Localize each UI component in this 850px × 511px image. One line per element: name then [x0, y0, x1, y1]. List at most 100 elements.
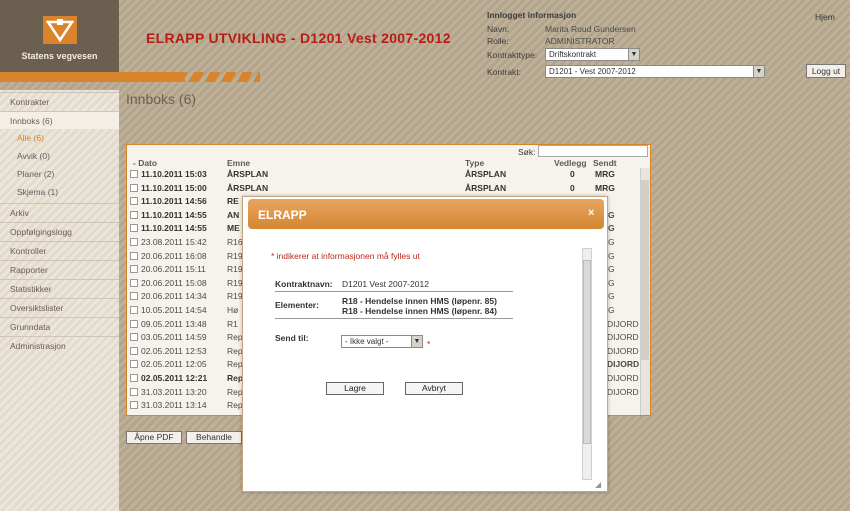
- element-item: R18 - Hendelse innen HMS (løpenr. 85): [342, 296, 497, 306]
- column-header-type[interactable]: Type: [465, 158, 484, 168]
- home-link[interactable]: Hjem: [815, 12, 835, 22]
- chevron-down-icon[interactable]: ▼: [628, 49, 639, 60]
- row-date: 02.05.2011 12:53: [141, 345, 207, 356]
- chevron-down-icon[interactable]: ▼: [753, 66, 764, 77]
- row-date: 31.03.2011 13:20: [141, 386, 207, 397]
- role-label: Rolle:: [487, 36, 509, 46]
- row-checkbox[interactable]: [130, 210, 138, 219]
- row-date: 20.06.2011 14:34: [141, 291, 207, 302]
- column-header-sent[interactable]: Sendt: [593, 158, 617, 168]
- contract-select[interactable]: D1201 - Vest 2007-2012 ▼: [545, 65, 765, 78]
- column-header-attachment[interactable]: Vedlegg: [554, 158, 587, 168]
- close-icon[interactable]: ×: [588, 207, 594, 219]
- row-subject: ÅRSPLAN: [227, 169, 269, 179]
- name-value: Marita Roud Gundersen: [545, 24, 636, 34]
- row-checkbox[interactable]: [130, 251, 138, 260]
- sidebar-subitem-skjema[interactable]: Skjema (1): [17, 187, 58, 197]
- sidebar-subitem-avvik[interactable]: Avvik (0): [17, 151, 50, 161]
- row-sent-partial: G: [608, 277, 615, 288]
- row-date: 20.06.2011 15:11: [141, 264, 206, 275]
- row-checkbox[interactable]: [130, 278, 138, 287]
- table-row[interactable]: 11.10.2011 15:03 ÅRSPLAN ÅRSPLAN 0 MRG: [128, 168, 638, 182]
- contract-name-label: Kontraktnavn:: [275, 279, 333, 289]
- required-note: * indikerer at informasjonen må fylles u…: [271, 251, 420, 261]
- row-attachment: 0: [570, 169, 575, 179]
- contract-value: D1201 - Vest 2007-2012: [549, 67, 636, 76]
- modal-body: [248, 232, 604, 486]
- row-date: 03.05.2011 14:59: [141, 332, 207, 343]
- row-date: 31.03.2011 13:14: [141, 400, 207, 411]
- table-row[interactable]: 11.10.2011 15:00 ÅRSPLAN ÅRSPLAN 0 MRG: [128, 182, 638, 196]
- logout-button[interactable]: Logg ut: [806, 64, 846, 78]
- row-checkbox[interactable]: [130, 306, 138, 314]
- row-date: 20.06.2011 16:08: [141, 250, 207, 261]
- sidebar-item-innboks[interactable]: Innboks (6): [0, 111, 119, 129]
- row-checkbox[interactable]: [130, 374, 138, 382]
- open-pdf-button[interactable]: Åpne PDF: [126, 431, 182, 444]
- row-checkbox[interactable]: [130, 360, 138, 369]
- app-title: ELRAPP UTVIKLING - D1201 Vest 2007-2012: [146, 30, 451, 46]
- row-checkbox[interactable]: [130, 197, 138, 206]
- row-checkbox[interactable]: [130, 333, 138, 342]
- logo-text: Statens vegvesen: [21, 51, 98, 61]
- row-checkbox[interactable]: [130, 238, 138, 246]
- row-date: 11.10.2011 15:03: [141, 169, 207, 179]
- row-checkbox[interactable]: [130, 224, 138, 233]
- sidebar-item-arkiv[interactable]: Arkiv: [0, 203, 119, 221]
- row-attachment: 0: [570, 182, 575, 193]
- page-title: Innboks (6): [126, 91, 197, 107]
- required-star: *: [427, 339, 431, 349]
- row-checkbox[interactable]: [130, 170, 138, 178]
- modal-title: ELRAPP: [258, 208, 307, 222]
- resize-grip-icon[interactable]: ◢: [595, 480, 601, 489]
- row-sent-partial: G: [608, 209, 615, 220]
- sidebar-item-administrasjon[interactable]: Administrasjon: [0, 336, 119, 354]
- divider: [275, 291, 513, 292]
- contract-type-select[interactable]: Driftskontrakt ▼: [545, 48, 640, 61]
- contract-name-value: D1201 Vest 2007-2012: [342, 279, 429, 289]
- divider: [275, 318, 513, 319]
- row-checkbox[interactable]: [130, 319, 138, 328]
- search-input[interactable]: [538, 145, 648, 157]
- column-header-subject[interactable]: Emne: [227, 158, 250, 168]
- save-button[interactable]: Lagre: [326, 382, 384, 395]
- send-to-select[interactable]: - Ikke valgt - ▼: [341, 335, 423, 348]
- decorative-stripe-solid: [0, 72, 185, 82]
- row-checkbox[interactable]: [130, 183, 138, 192]
- row-sent-partial: G: [608, 264, 615, 275]
- row-date: 11.10.2011 15:00: [141, 182, 207, 193]
- column-header-date[interactable]: - Dato: [133, 158, 157, 168]
- sidebar-item-oversiktslister[interactable]: Oversiktslister: [0, 298, 119, 316]
- sidebar-item-rapporter[interactable]: Rapporter: [0, 260, 119, 278]
- sidebar-subitem-alle[interactable]: Alle (6): [17, 133, 44, 143]
- name-label: Navn:: [487, 24, 510, 34]
- sidebar-item-kontroller[interactable]: Kontroller: [0, 241, 119, 259]
- row-sent-partial: DIJORD: [607, 345, 639, 356]
- row-sent-partial: DIJORD: [607, 332, 639, 343]
- row-date: 09.05.2011 13:48: [141, 318, 207, 329]
- list-scrollbar-thumb[interactable]: [641, 180, 649, 360]
- row-sent-partial: G: [608, 223, 615, 234]
- sidebar-subitem-planer[interactable]: Planer (2): [17, 169, 54, 179]
- contract-type-label: Kontrakttype:: [487, 50, 538, 60]
- row-sent-partial: DIJORD: [607, 318, 639, 329]
- sidebar-item-grunndata[interactable]: Grunndata: [0, 317, 119, 335]
- row-checkbox[interactable]: [130, 292, 138, 301]
- row-checkbox[interactable]: [130, 387, 138, 396]
- chevron-down-icon[interactable]: ▼: [411, 336, 422, 347]
- row-checkbox[interactable]: [130, 401, 138, 410]
- sidebar-item-kontrakter[interactable]: Kontrakter: [0, 92, 119, 110]
- send-to-label: Send til:: [275, 333, 309, 343]
- sidebar-item-statistikker[interactable]: Statistikker: [0, 279, 119, 297]
- search-label: Søk:: [518, 147, 536, 157]
- row-type: ÅRSPLAN: [465, 182, 507, 193]
- row-date: 02.05.2011 12:05: [141, 359, 207, 370]
- row-sent-partial: G: [608, 291, 615, 302]
- sidebar-item-oppfolgingslogg[interactable]: Oppfølgingslogg: [0, 222, 119, 240]
- elements-label: Elementer:: [275, 300, 319, 310]
- modal-scrollbar-thumb[interactable]: [583, 260, 591, 444]
- row-checkbox[interactable]: [130, 346, 138, 355]
- row-checkbox[interactable]: [130, 265, 138, 274]
- process-button[interactable]: Behandle: [186, 431, 242, 444]
- cancel-button[interactable]: Avbryt: [405, 382, 463, 395]
